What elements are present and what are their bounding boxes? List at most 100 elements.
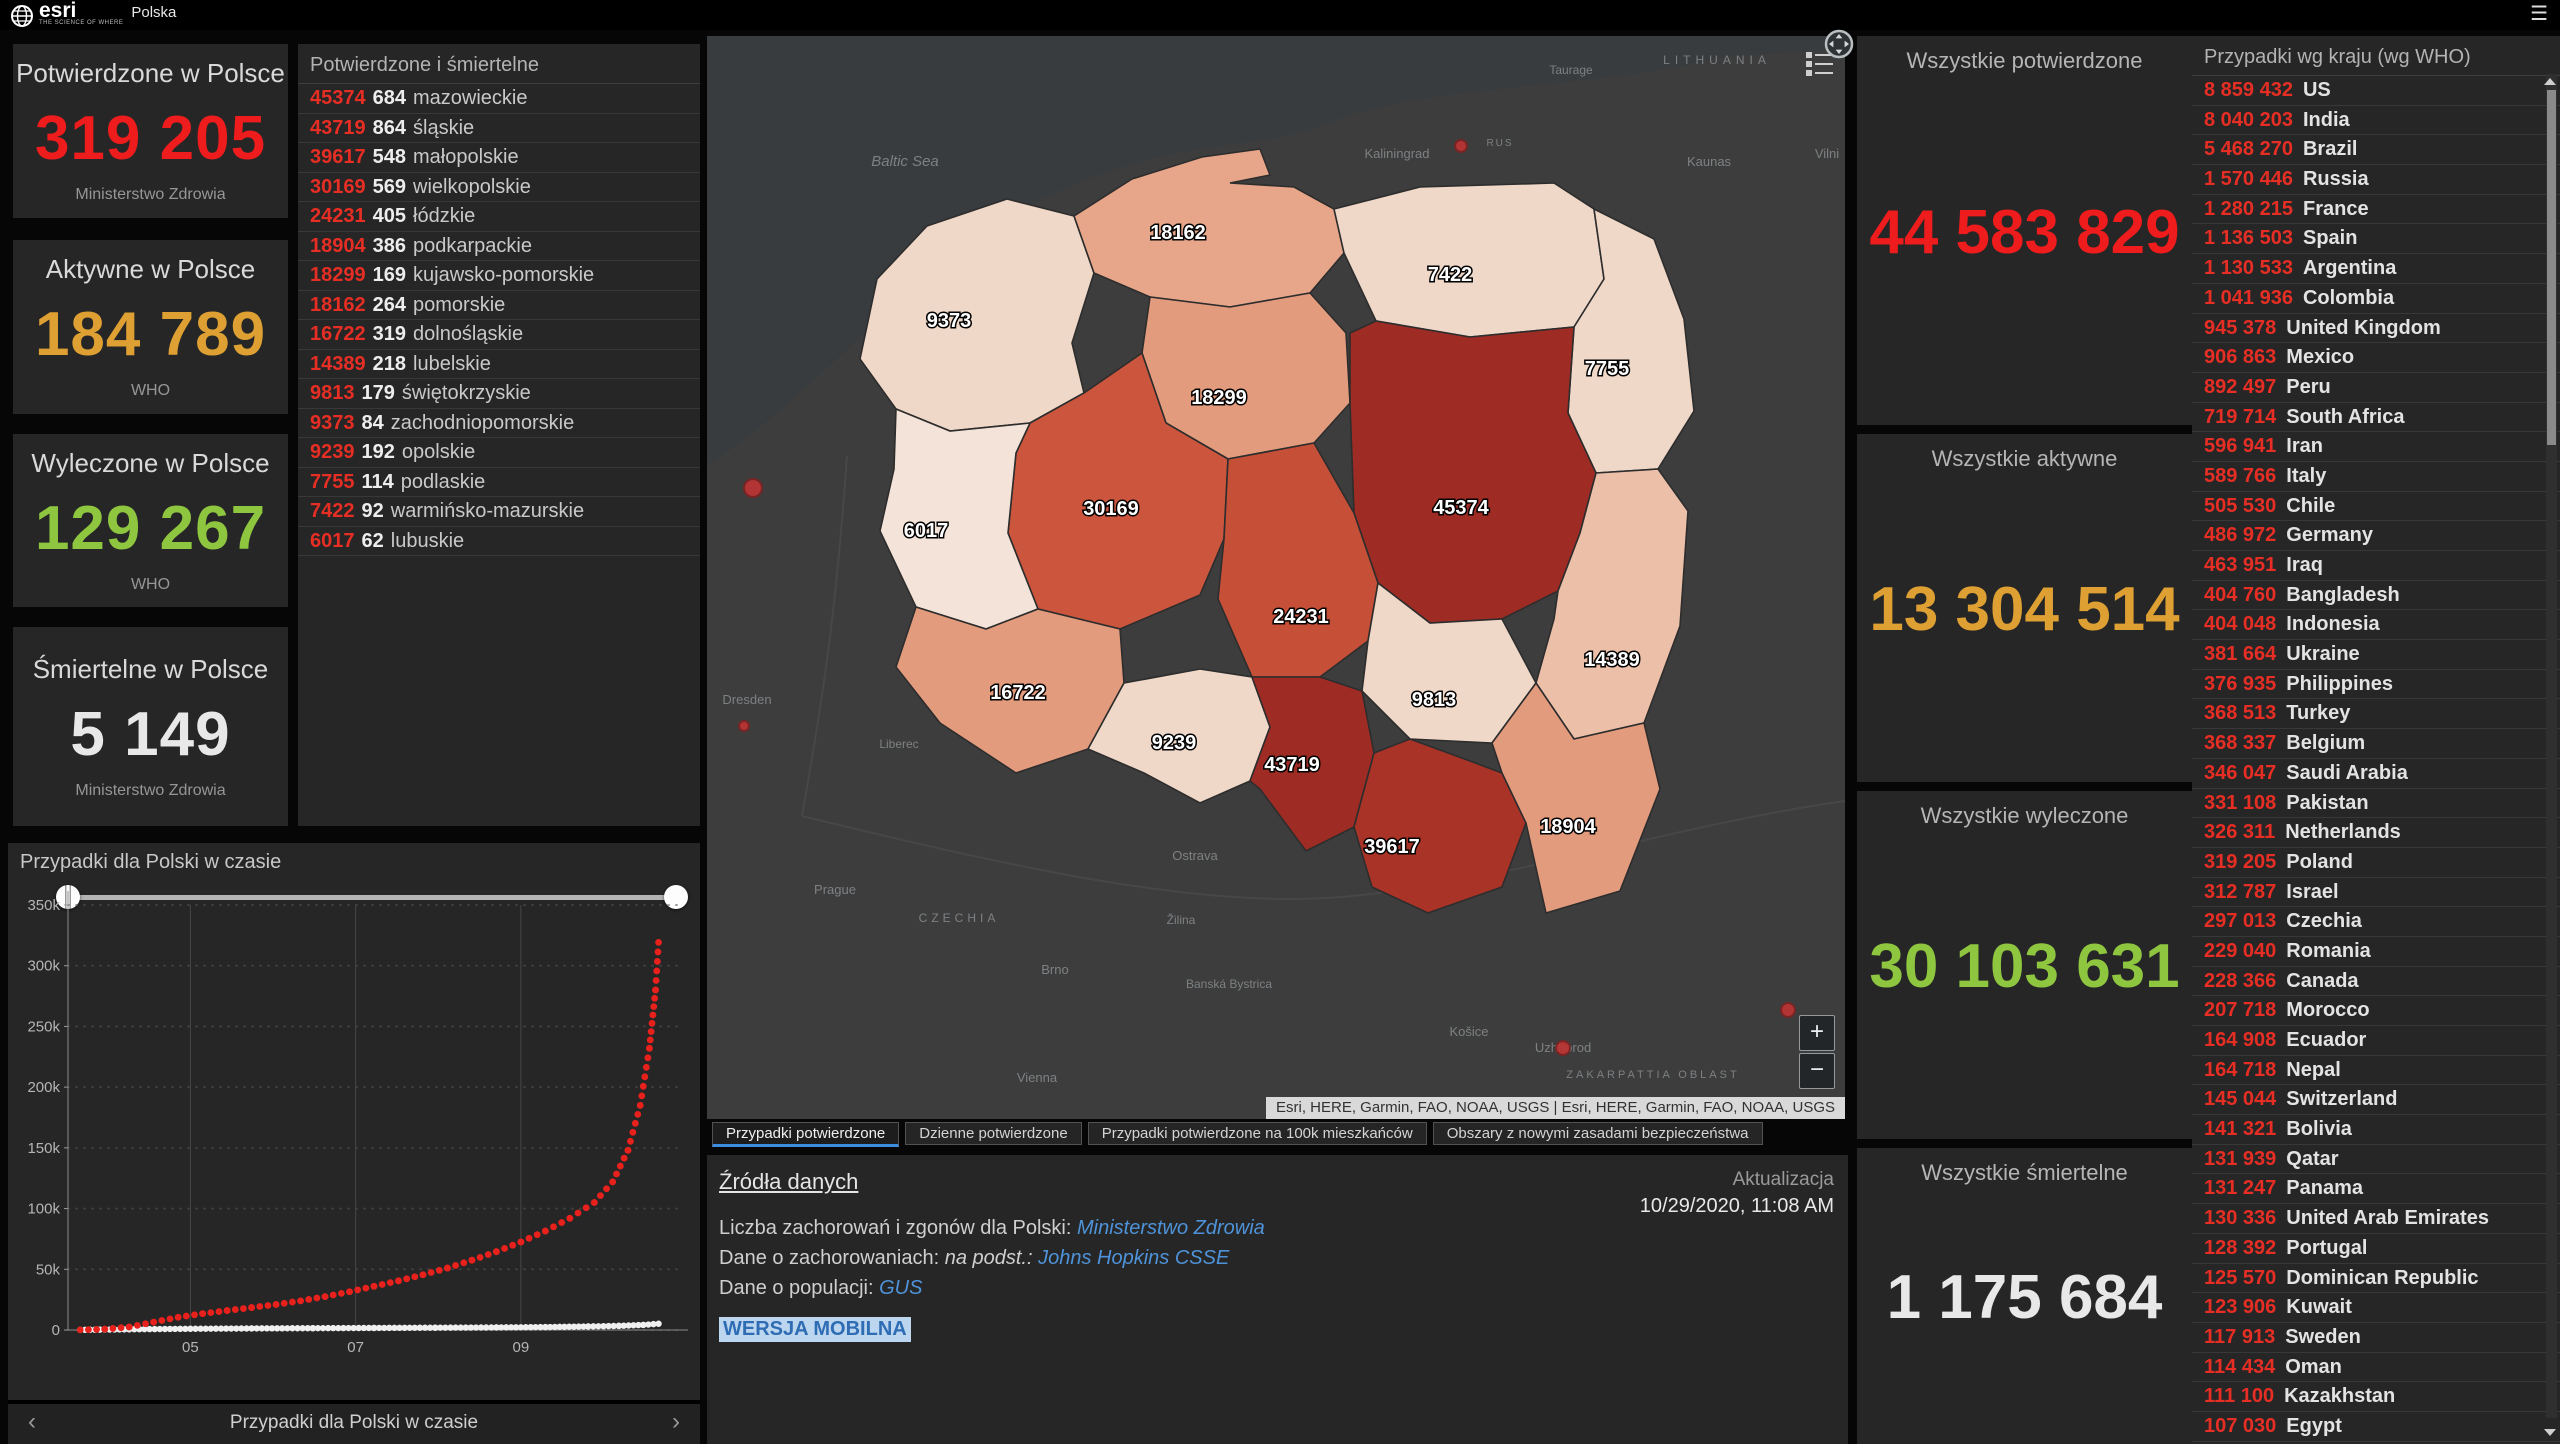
- map-zoom-out-button[interactable]: −: [1799, 1053, 1835, 1089]
- case-marker-icon[interactable]: [1555, 1040, 1571, 1056]
- city-label: Kaliningrad: [1364, 146, 1429, 161]
- list-item: 114 434 Oman: [2192, 1353, 2560, 1383]
- case-marker-icon[interactable]: [743, 478, 763, 498]
- stat-value: 184 789: [34, 300, 267, 369]
- x-tick-label: 07: [347, 1339, 364, 1356]
- city-label: Kaunas: [1687, 154, 1732, 169]
- scroll-up-icon[interactable]: [2544, 78, 2556, 85]
- map-extent-icon[interactable]: [1823, 28, 1855, 65]
- case-marker-icon[interactable]: [1780, 1002, 1796, 1018]
- city-label: Dresden: [722, 692, 771, 707]
- map-tab-4[interactable]: Obszary z nowymi zasadami bezpieczeństwa: [1432, 1122, 1763, 1145]
- region-value-label: 43719: [1264, 754, 1320, 776]
- stat-title: Aktywne w Polsce: [45, 254, 256, 284]
- stat-value: 13 304 514: [1869, 575, 2180, 644]
- country-list-panel: Przypadki wg kraju (wg WHO) 8 859 432 US 8…: [2192, 36, 2560, 1444]
- stat-value: 129 267: [34, 493, 267, 563]
- source-line-population: Dane o populacji: GUS: [719, 1277, 922, 1300]
- ministerstwo-zdrowia-link[interactable]: Ministerstwo Zdrowia: [1077, 1217, 1265, 1239]
- stat-global-deaths: Wszystkie śmiertelne 1 175 684: [1857, 1148, 2192, 1444]
- table-row: 7422 92 warmińsko-mazurskie: [298, 497, 700, 527]
- list-item: 1 280 215 France: [2192, 195, 2560, 225]
- scroll-down-icon[interactable]: [2544, 1429, 2556, 1436]
- list-item: 505 530 Chile: [2192, 492, 2560, 522]
- city-label: Baltic Sea: [871, 153, 939, 170]
- list-item: 1 570 446 Russia: [2192, 165, 2560, 195]
- case-marker-icon[interactable]: [1454, 139, 1468, 153]
- region-value-label: 7422: [1428, 264, 1473, 286]
- brand[interactable]: esri THE SCIENCE OF WHERE Polska: [10, 0, 177, 33]
- region-value-label: 9239: [1152, 732, 1197, 754]
- voivodeship-list-panel: Potwierdzone i śmiertelne 45374 684 mazowi…: [298, 44, 700, 826]
- list-item: 8 040 203 India: [2192, 106, 2560, 136]
- table-row: 6017 62 lubuskie: [298, 527, 700, 556]
- stat-value: 44 583 829: [1869, 197, 2180, 267]
- list-item: 368 337 Belgium: [2192, 729, 2560, 759]
- list-item: 945 378 United Kingdom: [2192, 314, 2560, 344]
- map-panel[interactable]: 9373 18162 7422 7755 18299 45374 30169 6017 2423…: [707, 36, 1845, 1119]
- mobile-version-link[interactable]: WERSJA MOBILNA: [719, 1317, 911, 1342]
- map-tab-1[interactable]: Przypadki potwierdzone: [712, 1122, 900, 1147]
- table-row: 18904 386 podkarpackie: [298, 232, 700, 261]
- chart-title: Przypadki dla Polski w czasie: [20, 851, 282, 873]
- y-tick-label: 350k: [27, 897, 60, 914]
- list-item: 892 497 Peru: [2192, 373, 2560, 403]
- gus-link[interactable]: GUS: [879, 1277, 922, 1299]
- city-label: Banská Bystrica: [1186, 977, 1272, 991]
- johns-hopkins-link[interactable]: Johns Hopkins CSSE: [1038, 1247, 1229, 1269]
- stat-title: Śmiertelne w Polsce: [32, 653, 269, 684]
- scrollbar-thumb[interactable]: [2547, 90, 2556, 445]
- map-tab-2[interactable]: Dzienne potwierdzone: [905, 1122, 1082, 1145]
- list-item: 8 859 432 US: [2192, 76, 2560, 106]
- x-tick-label: 09: [513, 1339, 530, 1356]
- y-tick-label: 150k: [27, 1140, 60, 1157]
- table-row: 24231 405 łódzkie: [298, 202, 700, 232]
- map-region-mazowieckie[interactable]: [1349, 320, 1597, 624]
- carousel-next-icon[interactable]: ›: [672, 1404, 680, 1440]
- list-item: 107 030 Egypt: [2192, 1412, 2560, 1442]
- list-item: 128 392 Portugal: [2192, 1234, 2560, 1264]
- brand-region: Polska: [131, 4, 177, 21]
- list-item: 331 108 Pakistan: [2192, 789, 2560, 819]
- table-row: 18299 169 kujawsko-pomorskie: [298, 261, 700, 291]
- list-item: 297 013 Czechia: [2192, 907, 2560, 937]
- table-row: 30169 569 wielkopolskie: [298, 173, 700, 202]
- table-row: 18162 264 pomorskie: [298, 291, 700, 320]
- stat-deaths-poland: Śmiertelne w Polsce 5 149 Ministerstwo Z…: [13, 627, 288, 826]
- map-zoom-in-button[interactable]: +: [1799, 1015, 1835, 1051]
- city-label: Košice: [1449, 1024, 1488, 1039]
- map-tab-3[interactable]: Przypadki potwierdzone na 100k mieszkańc…: [1087, 1122, 1427, 1145]
- list-item: 404 760 Bangladesh: [2192, 581, 2560, 611]
- table-row: 16722 319 dolnośląskie: [298, 320, 700, 350]
- list-item: 5 468 270 Brazil: [2192, 135, 2560, 166]
- hamburger-menu-icon[interactable]: ☰: [2530, 4, 2548, 24]
- list-item: 131 247 Panama: [2192, 1174, 2560, 1205]
- list-item: 125 570 Dominican Republic: [2192, 1264, 2560, 1294]
- region-value-label: 7755: [1585, 358, 1630, 380]
- map-region-warmińsko-mazurskie[interactable]: [1333, 182, 1605, 338]
- list-item: 368 513 Turkey: [2192, 699, 2560, 730]
- map-tab-bar: Przypadki potwierdzone Dzienne potwierdzo…: [712, 1122, 1763, 1147]
- case-marker-icon[interactable]: [738, 720, 750, 732]
- table-row: 43719 864 śląskie: [298, 114, 700, 143]
- region-value-label: 14389: [1584, 649, 1640, 671]
- region-value-label: 6017: [904, 520, 949, 542]
- region-value-label: 24231: [1273, 606, 1329, 628]
- list-item: 228 366 Canada: [2192, 967, 2560, 997]
- map-attribution: Esri, HERE, Garmin, FAO, NOAA, USGS | Es…: [1266, 1097, 1845, 1119]
- sources-heading: Źródła danych: [719, 1169, 859, 1194]
- table-row: 45374 684 mazowieckie: [298, 84, 700, 114]
- carousel-prev-icon[interactable]: ‹: [28, 1404, 36, 1440]
- table-row: 39617 548 małopolskie: [298, 143, 700, 173]
- y-tick-label: 50k: [36, 1261, 61, 1278]
- stat-title: Wszystkie śmiertelne: [1921, 1160, 2128, 1185]
- city-label: Prague: [814, 882, 856, 897]
- country-list-scrollbar[interactable]: [2546, 74, 2557, 1418]
- list-item: 164 908 Ecuador: [2192, 1026, 2560, 1056]
- y-tick-label: 300k: [27, 958, 60, 975]
- stat-value: 319 205: [34, 104, 267, 173]
- stat-title: Wszystkie wyleczone: [1920, 803, 2129, 828]
- region-value-label: 9813: [1412, 689, 1457, 711]
- list-item: 164 718 Nepal: [2192, 1056, 2560, 1086]
- stat-confirmed-poland: Potwierdzone w Polsce 319 205 Ministerst…: [13, 44, 288, 218]
